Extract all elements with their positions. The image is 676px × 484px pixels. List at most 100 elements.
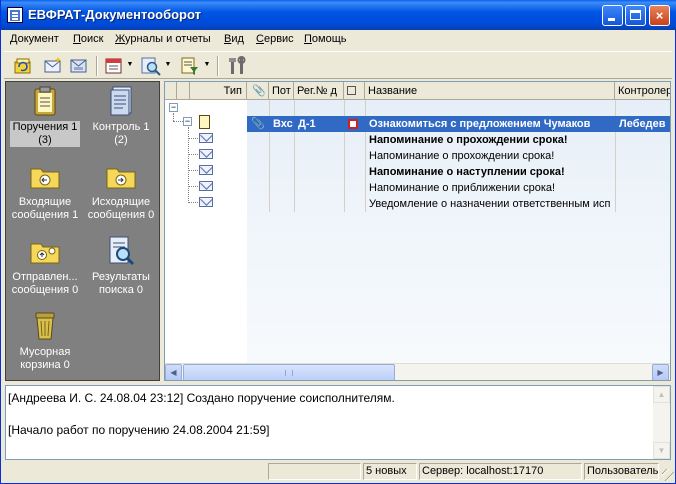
menu-bar: Документ Поиск Журналы и отчеты Вид Серв…: [4, 30, 672, 50]
filter-dropdown-arrow[interactable]: ▼: [203, 59, 211, 71]
new-mail-icon: [44, 57, 61, 73]
header-controller[interactable]: Контролер: [615, 82, 670, 100]
menu-view[interactable]: Вид: [224, 33, 244, 45]
name-cell: Напоминание о прохождении срока!: [369, 150, 555, 162]
scroll-right-button[interactable]: ▶: [652, 364, 669, 380]
scroll-down-button[interactable]: ▼: [653, 442, 670, 459]
maximize-icon: [630, 10, 641, 20]
folder-trash[interactable]: Мусорная корзина 0: [6, 310, 84, 372]
log-panel[interactable]: [Андреева И. С. 24.08.04 23:12] Создано …: [5, 385, 671, 460]
toolbar-separator: [217, 56, 219, 76]
status-server: Сервер: localhost:17170: [419, 463, 582, 480]
menu-journals[interactable]: Журналы и отчеты: [115, 33, 211, 45]
title-bar[interactable]: ЕВФРАТ-Документооборот ×: [1, 0, 676, 30]
scroll-thumb[interactable]: [183, 364, 395, 380]
sender-cell: Вхс: [273, 118, 293, 130]
clipboard-icon: [29, 85, 61, 117]
name-cell: Напоминание о наступлении срока!: [369, 166, 565, 178]
tree-line: [188, 186, 198, 187]
log-line: [Андреева И. С. 24.08.04 23:12] Создано …: [8, 391, 395, 405]
header-attach[interactable]: 📎: [247, 82, 269, 100]
vertical-scrollbar[interactable]: ▲ ▼: [653, 386, 670, 459]
filter-button[interactable]: [179, 55, 201, 77]
log-line: [Начало работ по поручению 24.08.2004 21…: [8, 423, 270, 437]
table-row[interactable]: Напоминание о наступлении срока!: [247, 164, 670, 180]
scroll-up-button[interactable]: ▲: [653, 386, 670, 403]
control-document-icon: [105, 85, 137, 117]
message-icon: [199, 181, 213, 191]
menu-service[interactable]: Сервис: [256, 33, 294, 45]
paperclip-icon: 📎: [252, 85, 266, 97]
header-flag[interactable]: [344, 82, 365, 100]
calendar-button[interactable]: [103, 55, 125, 77]
scroll-left-button[interactable]: ◀: [165, 364, 182, 380]
folder-poruchenia[interactable]: Поручения 1 (3): [6, 85, 84, 147]
flag-cell: [344, 116, 365, 132]
resize-grip[interactable]: [662, 469, 674, 481]
tree-line: [173, 113, 174, 121]
header-blank[interactable]: [177, 82, 190, 100]
minimize-button[interactable]: [602, 5, 623, 26]
tree-expand-task[interactable]: −: [183, 117, 192, 126]
folder-panel: Поручения 1 (3) Контроль 1 (2) Входящие соо…: [5, 81, 160, 381]
message-icon: [199, 165, 213, 175]
header-sender[interactable]: Пот: [269, 82, 294, 100]
tree-expand-root[interactable]: −: [169, 103, 178, 112]
table-row[interactable]: Напоминание о прохождении срока!: [247, 132, 670, 148]
table-row[interactable]: 📎 Вхс Д-1 Ознакомиться с предложением Чу…: [247, 116, 670, 132]
search-dropdown-arrow[interactable]: ▼: [164, 59, 172, 71]
folder-incoming[interactable]: Входящие сообщения 1: [6, 160, 84, 222]
table-row[interactable]: Уведомление о назначении ответственным и…: [247, 196, 670, 212]
flag-icon: [347, 86, 356, 95]
minimize-icon: [608, 18, 615, 21]
tree-line: [173, 121, 183, 122]
status-new-count: 5 новых: [363, 463, 417, 480]
close-icon: ×: [655, 8, 664, 23]
app-icon[interactable]: [7, 7, 23, 23]
status-user: Пользователь: [584, 463, 659, 480]
toolbar: ▼ ▼ ▼: [4, 51, 672, 79]
attachment-cell: 📎: [247, 116, 269, 132]
search-button[interactable]: [140, 55, 162, 77]
grid-header: Тип 📎 Пот Рег.№ д Название Контролер: [165, 82, 670, 100]
menu-document[interactable]: Документ: [10, 33, 59, 45]
tree-line: [188, 154, 198, 155]
folder-outgoing[interactable]: Исходящие сообщения 0: [82, 160, 160, 222]
calendar-dropdown-arrow[interactable]: ▼: [126, 59, 134, 71]
folder-control[interactable]: Контроль 1 (2): [82, 85, 160, 147]
table-row[interactable]: Напоминание о приближении срока!: [247, 180, 670, 196]
app-window: ЕВФРАТ-Документооборот × Документ Поиск …: [0, 0, 676, 484]
header-regnum[interactable]: Рег.№ д: [294, 82, 344, 100]
status-pane-empty: [268, 463, 361, 480]
calendar-icon: [105, 58, 122, 74]
tree-line: [188, 138, 198, 139]
menu-search[interactable]: Поиск: [73, 33, 103, 45]
tree-column: − −: [165, 100, 247, 368]
table-row[interactable]: Напоминание о прохождении срока!: [247, 148, 670, 164]
sent-folder-icon: [29, 235, 61, 267]
header-name[interactable]: Название: [365, 82, 615, 100]
name-cell: Напоминание о приближении срока!: [369, 182, 556, 194]
name-cell: Уведомление о назначении ответственным и…: [369, 198, 611, 210]
message-icon: [199, 133, 213, 143]
filter-icon: [181, 57, 198, 75]
tools-button[interactable]: [227, 55, 249, 77]
menu-help[interactable]: Помощь: [304, 33, 347, 45]
header-expand[interactable]: [165, 82, 177, 100]
header-type[interactable]: Тип: [190, 82, 247, 100]
window-title: ЕВФРАТ-Документооборот: [28, 7, 201, 22]
maximize-button[interactable]: [625, 5, 646, 26]
mail-settings-button[interactable]: [68, 55, 90, 77]
refresh-button[interactable]: [12, 55, 34, 77]
folder-sent[interactable]: Отправлен... сообщения 0: [6, 235, 84, 297]
red-flag-icon: [348, 119, 358, 129]
folder-search-results[interactable]: Результаты поиска 0: [82, 235, 160, 297]
paperclip-icon: 📎: [251, 118, 265, 130]
name-cell: Напоминание о прохождении срока!: [369, 134, 568, 146]
close-button[interactable]: ×: [649, 5, 670, 26]
regnum-cell: Д-1: [298, 118, 316, 130]
horizontal-scrollbar[interactable]: ◀ ▶: [165, 363, 670, 380]
outgoing-folder-icon: [105, 160, 137, 192]
tree-line: [188, 170, 198, 171]
new-message-button[interactable]: [42, 55, 64, 77]
